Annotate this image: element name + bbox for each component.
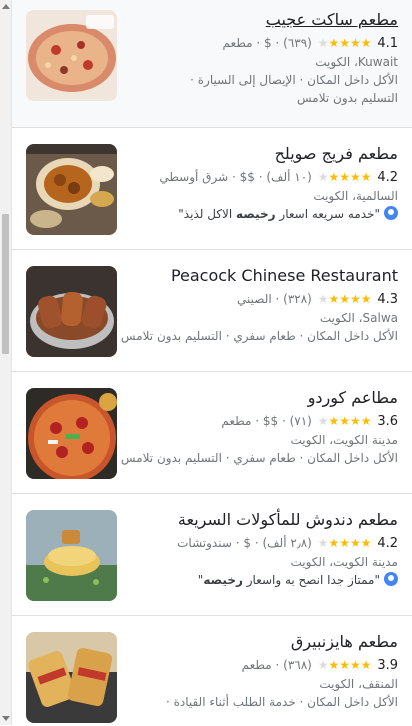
restaurant-name[interactable]: مطعم فريج صويلح xyxy=(124,144,398,164)
rating-value: 4.3 xyxy=(377,292,398,307)
scroll-thumb[interactable] xyxy=(2,214,9,354)
rating-value: 4.2 xyxy=(377,170,398,185)
rating-value: 4.2 xyxy=(377,536,398,551)
restaurant-name[interactable]: مطعم ساكت عجيب xyxy=(124,10,398,30)
address: السالمية، الكويت xyxy=(313,189,398,203)
address: مدينة الكويت، الكويت xyxy=(290,433,398,447)
category: مطعم xyxy=(221,414,252,428)
service-options-continued: التسليم بدون تلامس xyxy=(297,91,398,105)
restaurant-name[interactable]: مطاعم كوردو xyxy=(124,388,398,408)
scroll-up-arrow-icon[interactable] xyxy=(2,4,10,9)
rating-value: 3.6 xyxy=(377,414,398,429)
service-options: الأكل داخل المكان · طعام سفري · التسليم … xyxy=(120,451,398,465)
restaurant-card[interactable]: Peacock Chinese Restaurant 4.3 ★★★★★ (٣٢… xyxy=(12,250,412,372)
category: شرق أوسطي xyxy=(159,170,229,184)
address: المنقف، الكويت xyxy=(319,677,398,691)
price-level: $$ xyxy=(239,170,255,184)
review-count: (١٠ ألف) xyxy=(266,170,312,184)
category: سندوتشات xyxy=(177,536,232,550)
restaurant-photo[interactable] xyxy=(26,266,117,357)
star-rating-icon: ★★★★★ xyxy=(317,292,373,306)
restaurant-card[interactable]: مطعم هايزنبيرق 3.9 ★★★★★ (٣٦٨) · مطعم ال… xyxy=(12,616,412,726)
review-count: (٣٢٨) xyxy=(283,292,312,306)
restaurant-name[interactable]: Peacock Chinese Restaurant xyxy=(124,266,398,286)
rating-line: 4.1 ★★★★★ (٦٣٩) · $ · مطعم xyxy=(222,36,398,51)
review-count: (٦٣٩) xyxy=(283,36,312,50)
review-count: (٣٦٨) xyxy=(283,658,312,672)
reviewer-avatar-icon xyxy=(384,206,398,220)
service-options: الأكل داخل المكان · خدمة الطلب أثناء الق… xyxy=(165,695,398,709)
scroll-down-arrow-icon[interactable] xyxy=(2,716,10,721)
rating-value: 4.1 xyxy=(377,36,398,51)
restaurant-photo[interactable] xyxy=(26,388,117,479)
restaurant-photo[interactable] xyxy=(26,10,117,101)
address: Kuwait، الكويت xyxy=(315,55,398,69)
rating-line: 4.3 ★★★★★ (٣٢٨) · الصيني xyxy=(237,292,398,307)
rating-line: 4.2 ★★★★★ (٢٫٨ ألف) · $ · سندوتشات xyxy=(177,536,398,551)
review-snippet: "ممتاز جدا انصح به واسعار رخيصه" xyxy=(124,571,398,589)
star-rating-icon: ★★★★★ xyxy=(317,414,373,428)
rating-line: 4.2 ★★★★★ (١٠ ألف) · $$ · شرق أوسطي xyxy=(159,170,398,185)
restaurant-card[interactable]: مطعم دندوش للمأكولات السريعة 4.2 ★★★★★ (… xyxy=(12,494,412,616)
restaurant-photo[interactable] xyxy=(26,632,117,723)
rating-line: 3.9 ★★★★★ (٣٦٨) · مطعم xyxy=(241,658,398,673)
review-snippet: "خدمه سريعه اسعار رخيصه الاكل لذيذ" xyxy=(124,205,398,223)
category: مطعم xyxy=(241,658,272,672)
restaurant-name[interactable]: مطعم هايزنبيرق xyxy=(124,632,398,652)
restaurant-card[interactable]: مطاعم كوردو 3.6 ★★★★★ (٧١) · $$ · مطعم م… xyxy=(12,372,412,494)
restaurant-name[interactable]: مطعم دندوش للمأكولات السريعة xyxy=(124,510,398,530)
scrollbar[interactable] xyxy=(0,0,12,725)
price-level: $ xyxy=(243,536,251,550)
restaurant-photo[interactable] xyxy=(26,144,117,235)
star-rating-icon: ★★★★★ xyxy=(317,170,373,184)
category: مطعم xyxy=(222,36,253,50)
review-count: (٢٫٨ ألف) xyxy=(262,536,312,550)
price-level: $$ xyxy=(262,414,279,428)
reviewer-avatar-icon xyxy=(384,572,398,586)
address: مدينة الكويت، الكويت xyxy=(290,555,398,569)
restaurant-card[interactable]: مطعم ساكت عجيب 4.1 ★★★★★ (٦٣٩) · $ · مطع… xyxy=(12,0,412,128)
star-rating-icon: ★★★★★ xyxy=(317,658,373,672)
category: الصيني xyxy=(237,292,272,306)
restaurant-results-list: مطعم ساكت عجيب 4.1 ★★★★★ (٦٣٩) · $ · مطع… xyxy=(12,0,412,726)
restaurant-card[interactable]: مطعم فريج صويلح 4.2 ★★★★★ (١٠ ألف) · $$ … xyxy=(12,128,412,250)
review-count: (٧١) xyxy=(289,414,312,428)
star-rating-icon: ★★★★★ xyxy=(317,536,373,550)
rating-line: 3.6 ★★★★★ (٧١) · $$ · مطعم xyxy=(221,414,398,429)
rating-value: 3.9 xyxy=(377,658,398,673)
star-rating-icon: ★★★★★ xyxy=(317,36,373,50)
address: Salwa، الكويت xyxy=(319,311,398,325)
service-options: الأكل داخل المكان · طعام سفري · التسليم … xyxy=(120,329,398,343)
restaurant-photo[interactable] xyxy=(26,510,117,601)
service-options: الأكل داخل المكان · الإيصال إلى السيارة … xyxy=(190,73,398,87)
price-level: $ xyxy=(264,36,272,50)
